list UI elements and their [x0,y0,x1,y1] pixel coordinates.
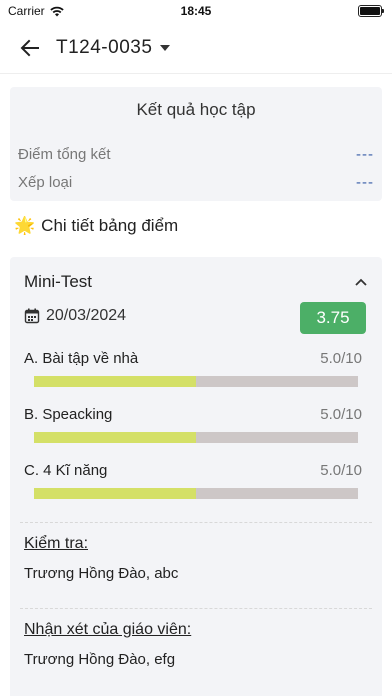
score-item-value: 5.0/10 [320,462,362,479]
score-item-label: A. Bài tập về nhà [24,350,139,367]
teacher-comment-text: Trương Hồng Đào, efg [24,651,176,668]
battery-icon [358,5,384,17]
progress-bar [34,432,358,443]
rank-label: Xếp loại [18,173,73,191]
calendar-icon [24,308,40,324]
chevron-up-icon[interactable] [354,275,368,289]
back-button[interactable] [18,36,42,60]
divider [20,608,372,609]
rank-row: Xếp loại --- [18,172,374,192]
caret-down-icon[interactable] [160,44,171,51]
score-detail-title: Chi tiết bảng điểm [41,216,179,235]
score-detail-heading: 🌟 Chi tiết bảng điểm [14,216,178,236]
progress-bar [34,376,358,387]
score-item-value: 5.0/10 [320,406,362,423]
score-item-label: C. 4 Kĩ năng [24,462,108,479]
final-score-row: Điểm tổng kết --- [18,144,374,164]
summary-heading: Kết quả học tập [136,100,256,119]
test-date-row: 20/03/2024 [24,307,126,325]
score-item-label: B. Speacking [24,406,113,423]
app-bar: T124-0035 [0,22,392,74]
score-item-four-skills: C. 4 Kĩ năng 5.0/10 [24,462,362,502]
progress-fill [34,488,196,499]
rank-value: --- [356,173,374,191]
test-score-badge: 3.75 [300,302,366,334]
divider [20,522,372,523]
test-card: Mini-Test 20/03/2024 3.75 A. Bài tập về … [10,257,382,696]
score-item-value: 5.0/10 [320,350,362,367]
star-icon: 🌟 [14,216,36,235]
check-heading: Kiểm tra: [24,535,89,552]
final-score-value: --- [356,145,374,163]
class-code-title[interactable]: T124-0035 [56,37,152,59]
final-score-label: Điểm tổng kết [18,145,111,163]
arrow-left-icon [20,39,39,56]
status-bar: Carrier 18:45 [0,0,392,22]
clock: 18:45 [180,4,212,18]
progress-fill [34,376,196,387]
test-name: Mini-Test [24,272,93,291]
teacher-comment-heading: Nhận xét của giáo viên: [24,621,192,638]
progress-bar [34,488,358,499]
progress-fill [34,432,196,443]
score-item-homework: A. Bài tập về nhà 5.0/10 [24,350,362,390]
score-item-speaking: B. Speacking 5.0/10 [24,406,362,446]
check-text: Trương Hồng Đào, abc [24,565,179,582]
test-date: 20/03/2024 [46,307,127,324]
result-summary-panel: Kết quả học tập Điểm tổng kết --- Xếp lo… [10,87,382,201]
